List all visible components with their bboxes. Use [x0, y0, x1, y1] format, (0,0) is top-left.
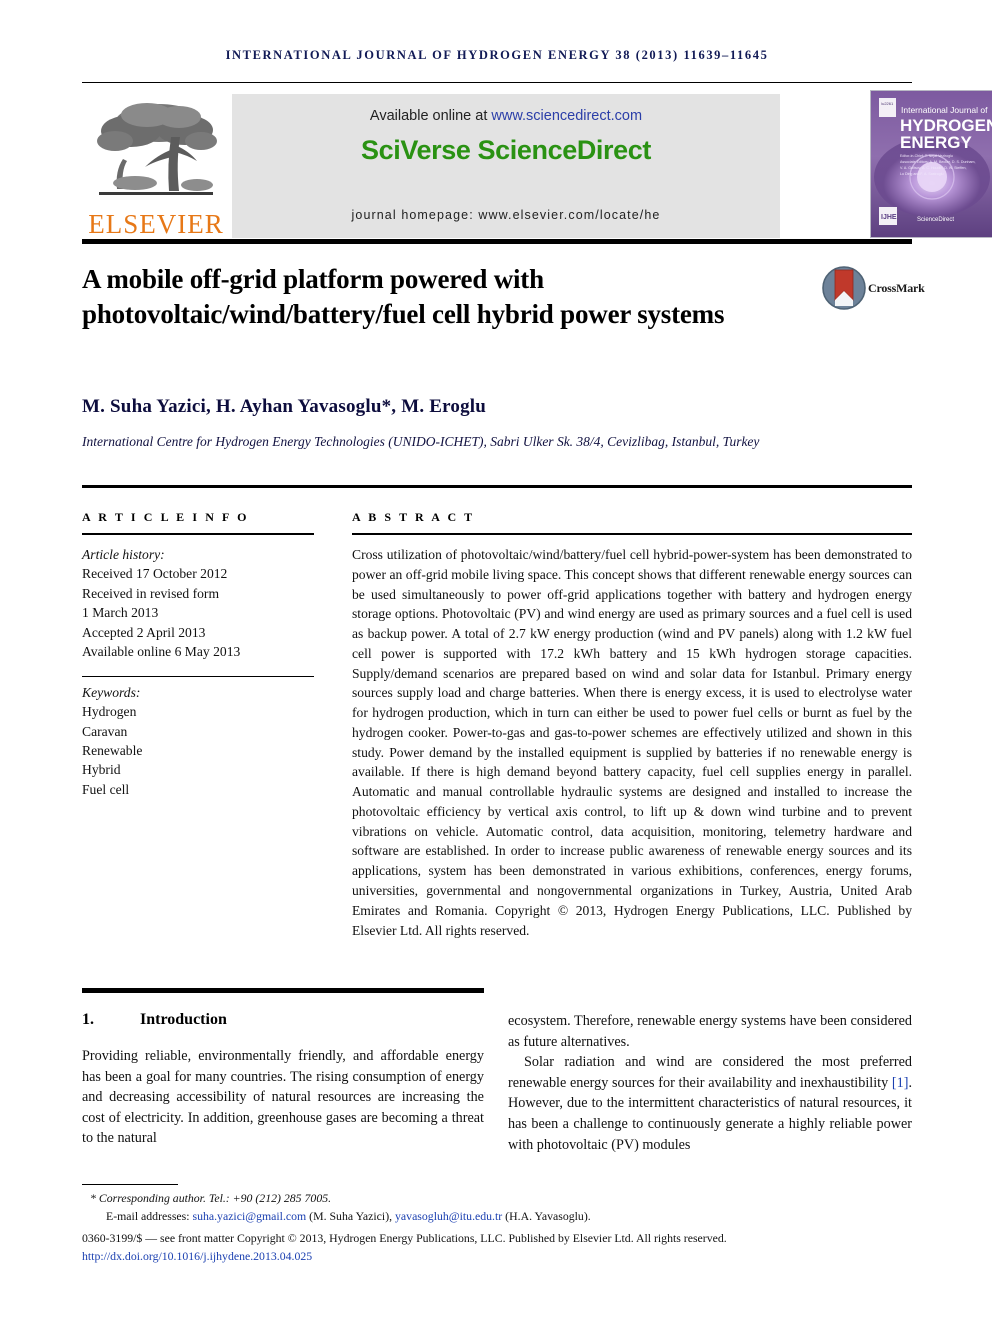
- abstract-rule: [352, 533, 912, 535]
- elsevier-tree-icon: [97, 103, 217, 195]
- keywords-rule: [82, 675, 314, 677]
- introduction-rule: [82, 988, 484, 993]
- email-link-1[interactable]: suha.yazici@gmail.com: [192, 1209, 306, 1223]
- section-title: Introduction: [140, 1011, 227, 1028]
- abstract-text: Cross utilization of photovoltaic/wind/b…: [352, 547, 912, 918]
- svg-text:ENERGY: ENERGY: [900, 133, 972, 152]
- email-addresses-line: E-mail addresses: suha.yazici@gmail.com …: [106, 1208, 591, 1226]
- keyword-item: Caravan: [82, 723, 128, 739]
- keyword-item: Renewable: [82, 742, 143, 758]
- article-history-item: Accepted 2 April 2013: [82, 624, 206, 640]
- email-link-2[interactable]: yavasogluh@itu.edu.tr: [395, 1209, 502, 1223]
- elsevier-logo: ELSEVIER: [82, 90, 230, 238]
- citation-link-1[interactable]: [1]: [892, 1075, 909, 1091]
- doi-link[interactable]: http://dx.doi.org/10.1016/j.ijhydene.201…: [82, 1248, 312, 1266]
- elsevier-wordmark: ELSEVIER: [88, 209, 224, 239]
- section-heading: 1. Introduction: [82, 1011, 482, 1029]
- intro-left-column: Providing reliable, environmentally frie…: [82, 1048, 484, 1147]
- keywords-block: Keywords: Hydrogen Caravan Renewable Hyb…: [82, 683, 314, 800]
- intro-paragraph: Solar radiation and wind are considered …: [508, 1052, 912, 1155]
- sciencedirect-logo[interactable]: SciVerse ScienceDirect: [232, 135, 780, 166]
- email-label: E-mail addresses:: [106, 1209, 193, 1223]
- article-info-rule: [82, 533, 314, 535]
- svg-text:Editor-in-Chief: T. Nejat Vezi: Editor-in-Chief: T. Nejat Veziroglu: [900, 154, 953, 158]
- author-list: M. Suha Yazici, H. Ayhan Yavasoglu*, M. …: [82, 396, 487, 417]
- footnote-rule: [82, 1184, 178, 1185]
- article-history-item: Available online 6 May 2013: [82, 644, 241, 660]
- available-online-text: Available online at: [369, 108, 492, 124]
- abstract-rule-top: [82, 485, 912, 488]
- masthead: ELSEVIER Available online at www.science…: [82, 86, 992, 238]
- intro-right-column: ecosystem. Therefore, renewable energy s…: [508, 1011, 912, 1155]
- corresponding-author-note: * Corresponding author. Tel.: +90 (212) …: [90, 1191, 332, 1205]
- article-info-column: Article history: Received 17 October 201…: [82, 545, 314, 799]
- journal-cover-art: \u2261 International Journal of HYDROGEN…: [871, 91, 992, 237]
- sciencedirect-url[interactable]: www.sciencedirect.com: [491, 108, 642, 124]
- article-info-heading: A R T I C L E I N F O: [82, 510, 250, 524]
- article-history-label: Article history:: [82, 547, 165, 562]
- available-online-line: Available online at www.sciencedirect.co…: [232, 108, 780, 124]
- sciencedirect-banner: Available online at www.sciencedirect.co…: [232, 94, 780, 238]
- crossmark-badge[interactable]: CrossMark: [822, 266, 925, 314]
- issn-copyright-line: 0360-3199/$ — see front matter Copyright…: [82, 1231, 727, 1245]
- svg-text:Associate Editors: A. M. Becke: Associate Editors: A. M. Becker, D. S. D…: [900, 160, 976, 164]
- section-number: 1.: [82, 1011, 94, 1028]
- article-history-item: 1 March 2013: [82, 605, 159, 621]
- keywords-label: Keywords:: [82, 684, 141, 700]
- keyword-item: Hybrid: [82, 762, 121, 778]
- keyword-item: Hydrogen: [82, 704, 137, 720]
- masthead-rule-bottom: [82, 239, 912, 244]
- header-rule-top: [82, 82, 912, 83]
- article-history-item: Received in revised form: [82, 585, 220, 601]
- svg-text:V. A. Goltsov, A. C. Houdin, D: V. A. Goltsov, A. C. Houdin, D. W. Steff…: [900, 166, 966, 170]
- article-page: INTERNATIONAL JOURNAL OF HYDROGEN ENERGY…: [0, 0, 992, 1323]
- journal-homepage-line[interactable]: journal homepage: www.elsevier.com/locat…: [232, 208, 780, 222]
- running-head: INTERNATIONAL JOURNAL OF HYDROGEN ENERGY…: [225, 48, 769, 62]
- crossmark-icon: [822, 266, 866, 310]
- crossmark-label: CrossMark: [868, 281, 925, 295]
- svg-text:IJHE: IJHE: [881, 214, 897, 221]
- article-history-item: Received 17 October 2012: [82, 566, 228, 582]
- intro-paragraph: ecosystem. Therefore, renewable energy s…: [508, 1013, 912, 1050]
- svg-text:International Journal of: International Journal of: [901, 105, 988, 115]
- keyword-item: Fuel cell: [82, 781, 130, 797]
- page-title: A mobile off-grid platform powered with …: [82, 264, 725, 330]
- journal-cover-thumbnail: \u2261 International Journal of HYDROGEN…: [870, 90, 992, 238]
- svg-text:Lu Ding and F. A. Sastroglu: Lu Ding and F. A. Sastroglu: [900, 172, 944, 176]
- svg-text:\u2261: \u2261: [881, 101, 894, 106]
- intro-text-a: Solar radiation and wind are considered …: [508, 1054, 912, 1091]
- email-owner-2: (H.A. Yavasoglu).: [502, 1209, 591, 1223]
- abstract-heading: A B S T R A C T: [352, 510, 475, 524]
- email-owner-1: (M. Suha Yazici),: [306, 1209, 396, 1223]
- affiliation: International Centre for Hydrogen Energy…: [82, 434, 760, 449]
- svg-text:ScienceDirect: ScienceDirect: [917, 217, 954, 223]
- abstract-column: Cross utilization of photovoltaic/wind/b…: [352, 545, 912, 940]
